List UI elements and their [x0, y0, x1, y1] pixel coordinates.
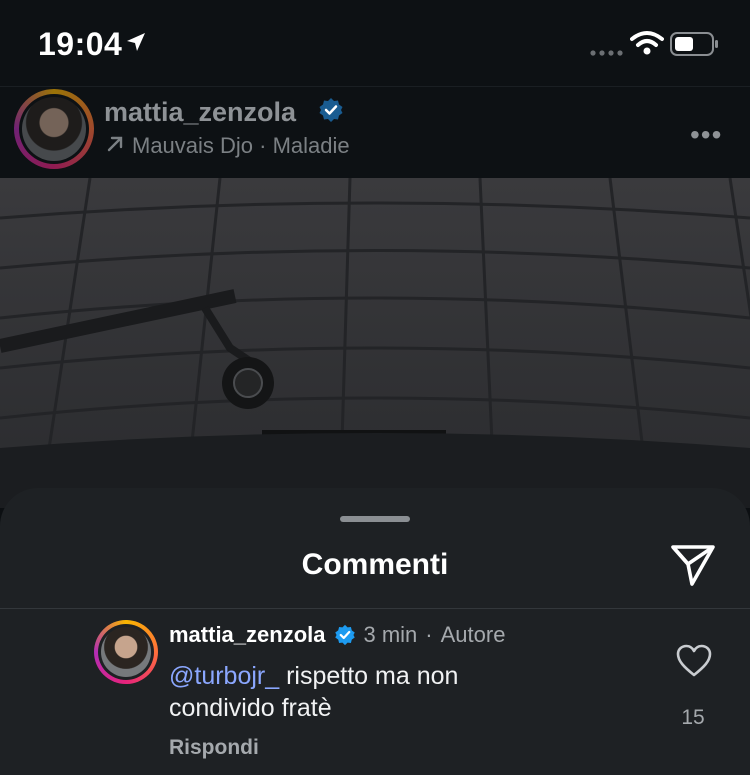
audio-attribution[interactable]: Mauvais Djo · Maladie — [106, 133, 350, 159]
comments-title: Commenti — [301, 548, 449, 581]
more-horizontal-icon[interactable]: ••• — [690, 119, 722, 151]
post-media[interactable] — [0, 178, 750, 508]
comment-mention[interactable]: @turbojr_ — [169, 662, 279, 690]
send-icon[interactable] — [668, 540, 718, 595]
reply-button[interactable]: Rispondi — [169, 736, 259, 760]
audio-title: Maladie — [272, 133, 350, 158]
sheet-drag-handle[interactable] — [340, 516, 410, 522]
battery-icon — [670, 32, 720, 61]
cellular-signal-icon — [590, 44, 624, 62]
comment-avatar[interactable] — [94, 620, 158, 684]
sheet-divider — [0, 608, 750, 609]
comment-meta: mattia_zenzola 3 min · Autore — [169, 622, 505, 648]
wifi-icon — [630, 30, 664, 61]
comment-body: @turbojr_ rispetto ma non condivido frat… — [169, 660, 569, 724]
comment-separator: · — [425, 622, 433, 647]
comment-time: 3 min — [363, 622, 418, 647]
arrow-up-right-icon — [106, 133, 124, 159]
audio-separator: · — [253, 133, 273, 158]
comments-sheet: Commenti mattia_zenzola 3 min · Autore @… — [0, 488, 750, 775]
like-count: 15 — [681, 706, 705, 729]
location-arrow-icon — [124, 30, 148, 59]
status-bar: 19:04 — [0, 0, 750, 88]
audio-artist: Mauvais Djo — [132, 133, 254, 158]
comment-username[interactable]: mattia_zenzola — [169, 622, 326, 648]
status-time: 19:04 — [38, 26, 123, 62]
post-username[interactable]: mattia_zenzola — [104, 97, 296, 128]
post-header: mattia_zenzola Mauvais Djo · Maladie ••• — [0, 86, 750, 179]
verified-badge-icon — [318, 97, 344, 128]
verified-badge-icon — [334, 624, 356, 646]
author-tag: Autore — [440, 622, 506, 647]
profile-avatar[interactable] — [14, 89, 94, 169]
heart-icon[interactable] — [676, 644, 712, 683]
